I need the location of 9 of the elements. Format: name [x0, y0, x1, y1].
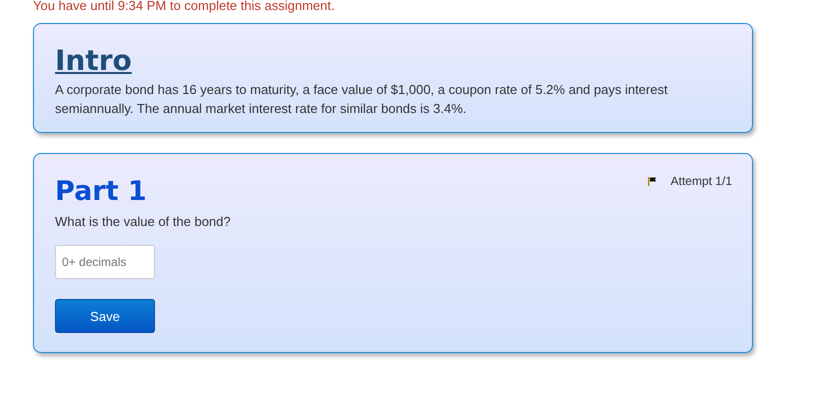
attempt-counter: Attempt 1/1 [670, 174, 732, 188]
answer-field[interactable]: 0+ decimals [55, 245, 155, 279]
question-text: What is the value of the bond? [55, 213, 232, 231]
flag-icon [648, 176, 657, 186]
deadline-notice: You have until 9:34 PM to complete this assignment. [33, 0, 336, 12]
save-button[interactable]: Save [55, 299, 155, 333]
part-heading: Part 1 [55, 176, 147, 208]
intro-heading: Intro [55, 46, 132, 76]
problem-text: A corporate bond has 16 years to maturity, a face value of $1,000, a coupon rate of 5.2% and pays interest semiannually. The annual market interest rate for similar bonds is 3.4%. [55, 81, 669, 118]
